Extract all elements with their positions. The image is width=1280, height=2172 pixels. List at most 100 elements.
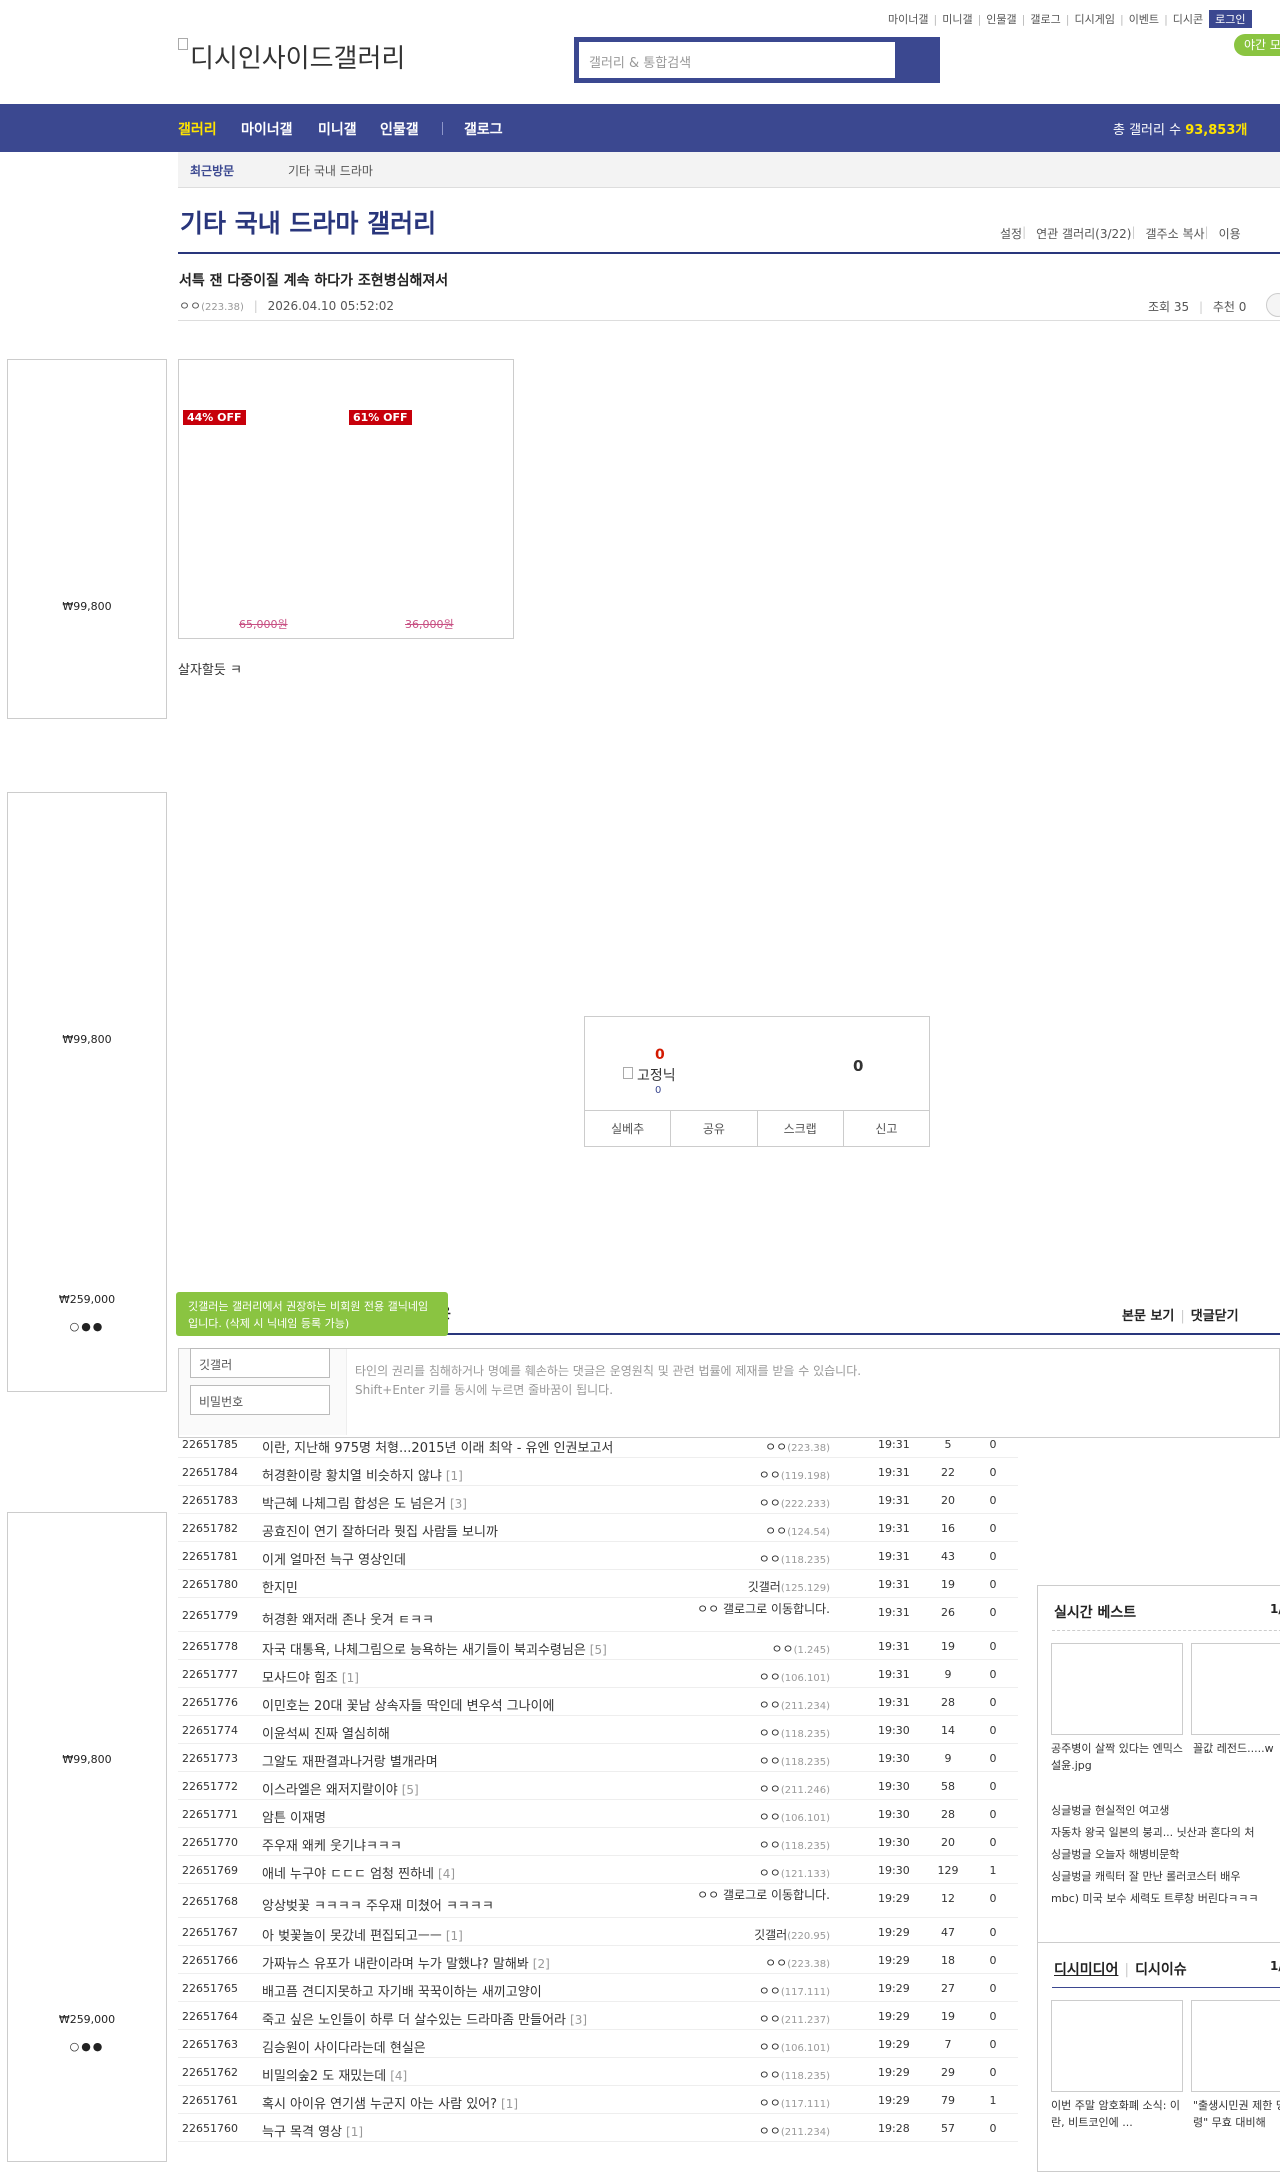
login-button[interactable]: 로그인 (1209, 10, 1252, 28)
list-item[interactable]: 22651766 가짜뉴스 유포가 내란이라며 누가 말했냐? 말해봐 [2] ㅇㅇ(… (178, 1946, 1018, 1974)
post-title-link[interactable]: 늑구 목격 영상 [1] (262, 2121, 363, 2140)
util-minor-gall[interactable]: 마이너갤 (888, 11, 928, 27)
post-title-link[interactable]: 한지민 (262, 1577, 302, 1596)
list-item[interactable]: 22651784 허경환이랑 황치열 비슷하지 않냐 [1] ㅇㅇ(119.198) 1… (178, 1458, 1018, 1486)
list-item[interactable]: 22651772 이스라엘은 왜저지랄이야 [5] ㅇㅇ(211.246) 19:30 5… (178, 1772, 1018, 1800)
best-item[interactable]: 싱글벙글 오늘자 해병비문학 (1051, 1844, 1258, 1866)
comment-count-bubble[interactable] (1266, 293, 1280, 317)
post-title-link[interactable]: 모사드야 힘조 [1] (262, 1667, 359, 1686)
post-writer[interactable]: ㅇㅇ(117.111) (759, 1982, 830, 1999)
site-logo[interactable]: 디시인사이드갤러리 (178, 38, 405, 75)
side-ad-3[interactable]: ₩99,800 ₩259,000 ○●● (7, 1512, 167, 2162)
scrap-button[interactable]: 스크랩 (758, 1111, 844, 1146)
best-item[interactable]: mbc) 미국 보수 세력도 트루창 버린다ㅋㅋㅋ (1051, 1888, 1258, 1910)
post-writer[interactable]: ㅇㅇ(1.245) (771, 1640, 830, 1657)
post-title-link[interactable]: 가짜뉴스 유포가 내란이라며 누가 말했냐? 말해봐 [2] (262, 1953, 550, 1972)
list-item[interactable]: 22651770 주우재 왜케 웃기냐ㅋㅋㅋ ㅇㅇ(118.235) 19:30 20 0 (178, 1828, 1018, 1856)
best-item[interactable]: 싱글벙글 캐릭터 잘 만난 롤러코스터 배우 (1051, 1866, 1258, 1888)
night-mode-toggle[interactable]: 야간 모드 (1234, 34, 1280, 56)
best-thumbnail[interactable] (1051, 1643, 1183, 1735)
best-thumbnail[interactable] (1191, 1643, 1280, 1735)
post-author[interactable]: ㅇㅇ (179, 299, 201, 313)
close-comments-button[interactable]: 댓글닫기 (1191, 1309, 1239, 1324)
best-caption[interactable]: 공주병이 살짝 있다는 엔믹스 설윤.jpg (1051, 1740, 1183, 1774)
post-title-link[interactable]: 혹시 아이유 연기샘 누군지 아는 사람 있어? [1] (262, 2093, 518, 2112)
post-title-link[interactable]: 애네 누구야 ㄷㄷㄷ 엄청 찐하네 [4] (262, 1863, 455, 1882)
post-title-link[interactable]: 이윤석씨 진짜 열심히해 (262, 1723, 394, 1742)
silver-recommend-button[interactable]: 실베추 (585, 1111, 672, 1146)
list-item[interactable]: 22651774 이윤석씨 진짜 열심히해 ㅇㅇ(118.235) 19:30 14 0 (178, 1716, 1018, 1744)
post-writer[interactable]: ㅇㅇ(121.133) (759, 1864, 830, 1881)
nav-gallog[interactable]: 갤로그 (464, 119, 503, 139)
post-writer[interactable]: ㅇㅇ(211.246) (759, 1780, 830, 1797)
list-item[interactable]: 22651767 아 벚꽃놀이 못갔네 편집되고ㅡㅡ [1] 깃갤러(220.95) 1… (178, 1918, 1018, 1946)
post-title-link[interactable]: 암튼 이재명 (262, 1807, 330, 1826)
list-item[interactable]: 22651783 박근혜 나체그림 합성은 도 넘은거 [3] ㅇㅇ(222.233)… (178, 1486, 1018, 1514)
list-item[interactable]: 22651761 혹시 아이유 연기샘 누군지 아는 사람 있어? [1] ㅇㅇ(11… (178, 2086, 1018, 2114)
list-item[interactable]: 22651769 애네 누구야 ㄷㄷㄷ 엄청 찐하네 [4] ㅇㅇ(121.133) 1… (178, 1856, 1018, 1884)
media-thumbnail[interactable] (1191, 2000, 1280, 2092)
comment-textarea[interactable]: 타인의 권리를 침해하거나 명예를 훼손하는 댓글은 운영원칙 및 관련 법률에… (355, 1362, 861, 1400)
post-writer[interactable]: ㅇㅇ(118.235) (759, 1550, 830, 1567)
search-input[interactable]: 갤러리 & 통합검색 (578, 41, 896, 79)
post-title-link[interactable]: 박근혜 나체그림 합성은 도 넘은거 [3] (262, 1493, 467, 1512)
util-person-gall[interactable]: 인물갤 (986, 11, 1016, 27)
downvote-count[interactable]: 0 (853, 1057, 863, 1075)
list-item[interactable]: 22651773 그알도 재판결과나거랑 별개라며 ㅇㅇ(118.235) 19:30… (178, 1744, 1018, 1772)
post-writer[interactable]: ㅇㅇ(118.235) (759, 1724, 830, 1741)
nav-person-gall[interactable]: 인물갤 (380, 119, 419, 139)
post-writer[interactable]: ㅇㅇ(106.101) (759, 2038, 830, 2055)
post-writer[interactable]: ㅇㅇ(211.234) (759, 2122, 830, 2139)
password-input[interactable]: 비밀번호 (190, 1385, 330, 1415)
post-writer[interactable]: ㅇㅇ 갤로그로 이동합니다. (680, 1602, 830, 1618)
list-item[interactable]: 22651768 앙상벚꽃 ㅋㅋㅋㅋ 주우재 미쳤어 ㅋㅋㅋㅋ ㅇㅇ 갤로그로 이동… (178, 1884, 1018, 1918)
product-ad-box[interactable]: 44% OFF 61% OFF 65,000원 36,000원 (178, 359, 514, 639)
copy-gallery-url[interactable]: 갤주소 복사 (1146, 225, 1205, 242)
list-item[interactable]: 22651777 모사드야 힘조 [1] ㅇㅇ(106.101) 19:31 9 0 (178, 1660, 1018, 1688)
post-writer[interactable]: 깃갤러(125.129) (748, 1578, 830, 1595)
list-item[interactable]: 22651781 이게 얼마전 늑구 영상인데 ㅇㅇ(118.235) 19:31 43… (178, 1542, 1018, 1570)
post-writer[interactable]: 깃갤러(220.95) (754, 1926, 830, 1943)
post-writer[interactable]: ㅇㅇ(117.111) (759, 2094, 830, 2111)
post-title-link[interactable]: 이란, 지난해 975명 처형...2015년 이래 최악 - 유엔 인권보고서 (262, 1437, 617, 1456)
upvote-count[interactable]: 0 (655, 1047, 665, 1063)
related-galleries[interactable]: 연관 갤러리(3/22) (1036, 225, 1131, 242)
list-item[interactable]: 22651782 공효진이 연기 잘하더라 뭣집 사람들 보니까 ㅇㅇ(124.54… (178, 1514, 1018, 1542)
search-icon[interactable] (900, 41, 936, 79)
nav-minor-gall[interactable]: 마이너갤 (241, 119, 293, 139)
post-title-link[interactable]: 이스라엘은 왜저지랄이야 [5] (262, 1779, 419, 1798)
post-title-link[interactable]: 죽고 싶은 노인들이 하루 더 살수있는 드라마좀 만들어라 [3] (262, 2009, 587, 2028)
post-writer[interactable]: ㅇㅇ(106.101) (759, 1668, 830, 1685)
media-caption[interactable]: 이번 주말 암호화폐 소식: 이란, 비트코인에 ... (1051, 2097, 1183, 2131)
nav-gallery[interactable]: 갤러리 (178, 119, 217, 139)
list-item[interactable]: 22651776 이민호는 20대 꽃남 상속자들 딱인데 변우석 그나이에 ㅇㅇ(… (178, 1688, 1018, 1716)
util-event[interactable]: 이벤트 (1129, 11, 1159, 27)
side-ad-1[interactable]: ₩99,800 (7, 359, 167, 719)
nav-mini-gall[interactable]: 미니갤 (318, 119, 357, 139)
util-dcgame[interactable]: 디시게임 (1074, 11, 1114, 27)
post-writer[interactable]: ㅇㅇ(118.235) (759, 1836, 830, 1853)
report-button[interactable]: 신고 (844, 1111, 929, 1146)
post-writer[interactable]: ㅇㅇ(223.38) (765, 1438, 830, 1455)
list-item[interactable]: 22651780 한지민 깃갤러(125.129) 19:31 19 0 (178, 1570, 1018, 1598)
best-caption[interactable]: 꼴값 레전드.....w (1193, 1740, 1280, 1757)
post-writer[interactable]: ㅇㅇ(118.235) (759, 1752, 830, 1769)
list-item[interactable]: 22651764 죽고 싶은 노인들이 하루 더 살수있는 드라마좀 만들어라 [3… (178, 2002, 1018, 2030)
media-caption[interactable]: "출생시민권 제한 명령" 무효 대비해 (1193, 2097, 1280, 2131)
post-title-link[interactable]: 배고픔 견디지못하고 자기배 꾹꾹이하는 새끼고양이 (262, 1981, 546, 2000)
ad-carousel-dots[interactable]: ○●● (8, 1320, 166, 1333)
util-mini-gall[interactable]: 미니갤 (942, 11, 972, 27)
media-thumbnail[interactable] (1051, 2000, 1183, 2092)
post-writer[interactable]: ㅇㅇ(211.237) (759, 2010, 830, 2027)
post-title-link[interactable]: 앙상벚꽃 ㅋㅋㅋㅋ 주우재 미쳤어 ㅋㅋㅋㅋ (262, 1895, 498, 1914)
nickname-input[interactable]: 깃갤러 (190, 1348, 330, 1378)
view-post-button[interactable]: 본문 보기 (1122, 1309, 1174, 1324)
share-button[interactable]: 공유 (671, 1111, 758, 1146)
list-item[interactable]: 22651779 허경환 왜저래 존나 웃겨 ㅌㅋㅋ ㅇㅇ 갤로그로 이동합니다. 1… (178, 1598, 1018, 1632)
dcissue-tab[interactable]: 디시이슈 (1135, 1962, 1187, 1978)
dcmedia-tab[interactable]: 디시미디어 (1054, 1962, 1118, 1978)
list-item[interactable]: 22651765 배고픔 견디지못하고 자기배 꾹꾹이하는 새끼고양이 ㅇㅇ(117… (178, 1974, 1018, 2002)
post-title-link[interactable]: 공효진이 연기 잘하더라 뭣집 사람들 보니까 (262, 1521, 502, 1540)
post-title-link[interactable]: 그알도 재판결과나거랑 별개라며 (262, 1751, 442, 1770)
post-title-link[interactable]: 주우재 왜케 웃기냐ㅋㅋㅋ (262, 1835, 406, 1854)
